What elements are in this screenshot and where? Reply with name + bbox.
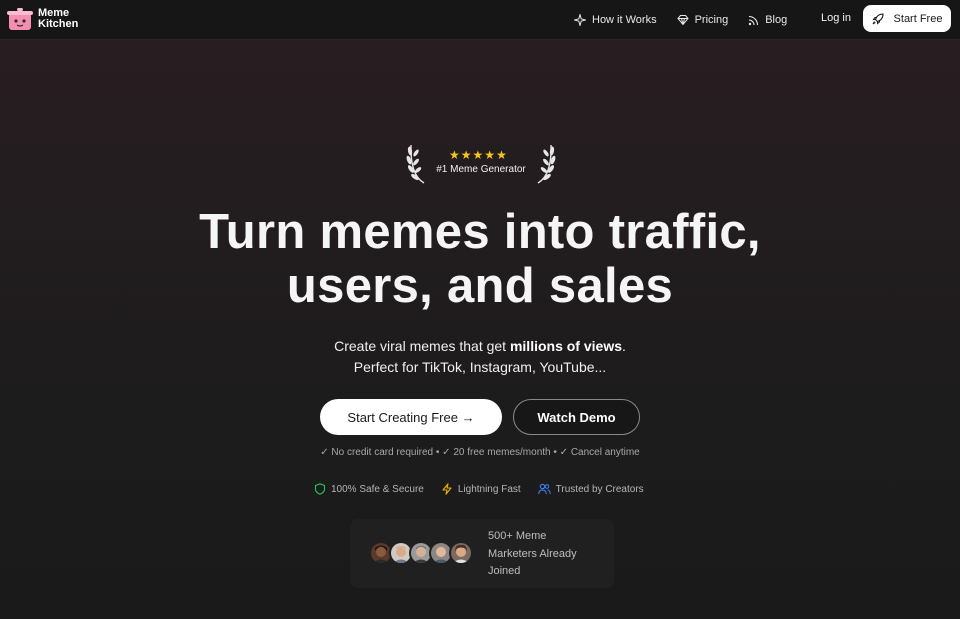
rss-icon bbox=[749, 15, 759, 25]
avatar-stack bbox=[369, 541, 473, 565]
social-proof-line2: Marketers Already bbox=[488, 547, 577, 560]
fine-print: ✓ No credit card required • ✓ 20 free me… bbox=[320, 447, 640, 458]
trust-label: Trusted by Creators bbox=[555, 483, 644, 495]
hero-headline: Turn memes into traffic, users, and sale… bbox=[0, 205, 960, 313]
headline-line2: users, and sales bbox=[286, 259, 674, 313]
trust-label: Lightning Fast bbox=[457, 483, 521, 495]
rating-badge: ★ ★ ★ ★ ★ #1 Meme Generator bbox=[406, 141, 556, 187]
star-icon: ★ bbox=[460, 148, 472, 162]
logo-text: Meme Kitchen bbox=[38, 8, 82, 30]
trust-label: 100% Safe & Secure bbox=[331, 483, 424, 495]
subheadline-emphasis: millions of views bbox=[509, 338, 622, 354]
subheadline-text: Create viral memes that get bbox=[334, 338, 510, 354]
trust-indicators: 100% Safe & Secure Lightning Fast Truste… bbox=[314, 483, 661, 495]
headline-line1: Turn memes into traffic, bbox=[199, 205, 761, 259]
lightning-icon bbox=[442, 483, 452, 495]
nav-link-blog[interactable]: Blog bbox=[748, 14, 787, 26]
star-icon: ★ bbox=[449, 148, 460, 162]
login-link[interactable]: Log in bbox=[821, 12, 851, 24]
star-icon: ★ bbox=[496, 148, 507, 162]
watch-demo-button[interactable]: Watch Demo bbox=[513, 399, 640, 435]
nav-link-label: Pricing bbox=[694, 14, 729, 26]
hero-subheadline: Create viral memes that get millions of … bbox=[0, 336, 960, 378]
trust-item-fast: Lightning Fast bbox=[441, 483, 521, 495]
logo-text-line2: Kitchen bbox=[38, 18, 79, 30]
star-icon: ★ bbox=[472, 148, 484, 162]
sparkle-icon bbox=[574, 14, 586, 26]
start-creating-free-button[interactable]: Start Creating Free → bbox=[320, 399, 502, 435]
logo[interactable]: Meme Kitchen bbox=[6, 5, 82, 33]
trust-item-secure: 100% Safe & Secure bbox=[314, 483, 424, 495]
trust-item-creators: Trusted by Creators bbox=[537, 483, 644, 495]
social-proof-line3: Joined bbox=[488, 565, 521, 577]
nav-link-pricing[interactable]: Pricing bbox=[676, 14, 729, 26]
start-free-label: Start Free bbox=[893, 12, 943, 25]
subheadline-period: . bbox=[622, 338, 626, 354]
start-free-button[interactable]: Start Free bbox=[863, 5, 951, 32]
users-icon bbox=[537, 483, 551, 495]
rocket-icon bbox=[872, 12, 884, 24]
subheadline-line1: Create viral memes that get millions of … bbox=[0, 336, 960, 357]
shield-icon bbox=[314, 483, 326, 495]
nav-links: How it Works Pricing Blog bbox=[574, 0, 807, 40]
subheadline-line2: Perfect for TikTok, Instagram, YouTube..… bbox=[353, 359, 607, 375]
laurel-left-icon bbox=[406, 144, 425, 184]
social-proof-card: 500+ Meme Marketers Already Joined bbox=[350, 519, 614, 588]
social-proof-text: 500+ Meme Marketers Already Joined bbox=[488, 528, 608, 581]
laurel-right-icon bbox=[537, 144, 556, 184]
avatar bbox=[449, 541, 473, 565]
rating-stars: ★ ★ ★ ★ ★ bbox=[449, 149, 507, 161]
nav-link-label: Blog bbox=[765, 14, 788, 26]
nav-link-label: How it Works bbox=[592, 14, 657, 26]
diamond-icon bbox=[676, 15, 689, 26]
nav-link-how-it-works[interactable]: How it Works bbox=[574, 14, 657, 26]
cooking-pot-logo-icon bbox=[7, 8, 33, 30]
star-icon: ★ bbox=[484, 148, 496, 162]
social-proof-line1: 500+ Meme bbox=[488, 530, 547, 542]
top-navbar: Meme Kitchen How it Works Pricing Blog L… bbox=[0, 0, 960, 40]
